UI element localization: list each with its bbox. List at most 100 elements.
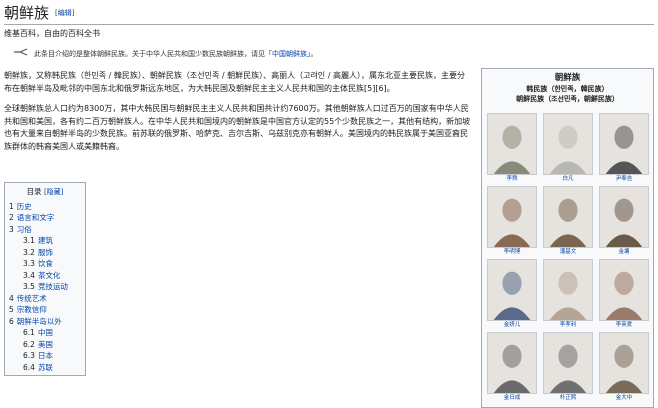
portrait-photo[interactable] xyxy=(599,332,649,394)
toc-item-label: 中国 xyxy=(37,328,53,337)
toc-item-number: 6.3 xyxy=(23,351,35,360)
title-divider xyxy=(4,24,654,25)
page-header: 朝鲜族 [编辑] 维基百科，自由的百科全书 此条目介绍的是整体朝鲜民族。关于中华人… xyxy=(4,0,654,58)
toc-item[interactable]: 3.1 建筑 xyxy=(9,235,81,247)
portrait-caption[interactable]: 潘基文 xyxy=(543,248,593,257)
intro-paragraph-2: 全球朝鲜族总人口约为8300万，其中大韩民国与朝鲜民主主义人民共和国共计约760… xyxy=(4,104,471,151)
toc-item[interactable]: 3.2 服饰 xyxy=(9,247,81,259)
portrait-photo[interactable] xyxy=(599,259,649,321)
portrait-photo[interactable] xyxy=(599,186,649,248)
toc-item-label: 建筑 xyxy=(37,236,53,245)
infobox-person: 潘基文 xyxy=(543,186,593,257)
toc-item-label: 宗教信仰 xyxy=(16,305,47,314)
hatnote-text: 此条目介绍的是整体朝鲜民族。关于中华人民共和国少数民族朝鲜族，请见「 xyxy=(34,50,272,58)
infobox-person: 李明博 xyxy=(487,186,537,257)
toc-item[interactable]: 3.4 茶文化 xyxy=(9,270,81,282)
infobox-person: 李孝利 xyxy=(543,259,593,330)
toc-item-number: 1 xyxy=(9,201,14,211)
toc-toggle[interactable]: [隐藏] xyxy=(44,188,63,196)
toc-item-number: 3 xyxy=(9,224,14,234)
toc-item[interactable]: 6.1 中国 xyxy=(9,327,81,339)
hatnote-end: 」。 xyxy=(307,50,318,58)
toc-item-label: 苏联 xyxy=(37,362,53,372)
toc-item[interactable]: 6.4 苏联 xyxy=(9,362,81,374)
portrait-photo[interactable] xyxy=(543,332,593,394)
portrait-caption[interactable]: 李孝利 xyxy=(543,321,593,330)
toc-item-number: 4 xyxy=(9,293,14,303)
toc-item[interactable]: 2 语言和文字 xyxy=(9,212,81,224)
portrait-caption[interactable]: 白凡 xyxy=(543,175,593,184)
hatnote: 此条目介绍的是整体朝鲜民族。关于中华人民共和国少数民族朝鲜族，请见「中国朝鲜族」… xyxy=(4,48,474,60)
portrait-caption[interactable]: 李舜 xyxy=(487,175,537,184)
toc-item-label: 传统艺术 xyxy=(16,293,47,303)
toc-item[interactable]: 1 历史 xyxy=(9,201,81,213)
portrait-caption[interactable]: 朴正熙 xyxy=(543,394,593,403)
infobox-person: 金日成 xyxy=(487,332,537,403)
toc-item-label: 服饰 xyxy=(37,247,53,257)
toc-item-number: 3.2 xyxy=(23,247,35,257)
toc-item-label: 历史 xyxy=(16,201,32,211)
toc-item-number: 6.2 xyxy=(23,339,35,349)
infobox-person: 朴正熙 xyxy=(543,332,593,403)
site-tagline: 维基百科，自由的百科全书 xyxy=(4,29,100,38)
disambiguation-icon xyxy=(14,48,28,60)
toc-item-number: 3.5 xyxy=(23,282,35,291)
toc-item[interactable]: 6.3 日本 xyxy=(9,350,81,362)
portrait-photo[interactable] xyxy=(543,113,593,175)
toc-item-label: 美国 xyxy=(37,339,53,349)
portrait-photo[interactable] xyxy=(487,259,537,321)
portrait-caption[interactable]: 金妍儿 xyxy=(487,321,537,330)
portrait-photo[interactable] xyxy=(487,186,537,248)
infobox-person: 金妍儿 xyxy=(487,259,537,330)
toc-title: 目录 xyxy=(26,187,42,196)
toc-item-label: 语言和文字 xyxy=(16,213,55,222)
edit-link[interactable]: [编辑] xyxy=(55,9,74,17)
article-body: 朝鲜族，又称韩民族（한민족 / 韓民族）、朝鲜民族（조선민족 / 朝鮮民族）、高… xyxy=(4,70,472,161)
portrait-photo[interactable] xyxy=(487,332,537,394)
portrait-photo[interactable] xyxy=(543,186,593,248)
toc-item[interactable]: 3.5 竞技运动 xyxy=(9,281,81,293)
portrait-caption[interactable]: 李英爱 xyxy=(599,321,649,330)
toc-item-label: 茶文化 xyxy=(37,270,61,280)
toc-item[interactable]: 3 习俗 xyxy=(9,224,81,236)
table-of-contents: 目录 [隐藏] 1 历史 2 语言和文字 3 习俗 3.1 建筑 3.2 服饰 3.3 饮食 3.4 茶文… xyxy=(4,182,86,376)
toc-item-label: 日本 xyxy=(37,351,53,360)
portrait-caption[interactable]: 尹奉吉 xyxy=(599,175,649,184)
infobox-person: 尹奉吉 xyxy=(599,113,649,184)
toc-item-number: 5 xyxy=(9,305,14,314)
infobox-person: 白凡 xyxy=(543,113,593,184)
toc-item-number: 3.3 xyxy=(23,259,35,268)
toc-item-label: 习俗 xyxy=(16,224,32,234)
toc-item[interactable]: 5 宗教信仰 xyxy=(9,304,81,316)
portrait-photo[interactable] xyxy=(487,113,537,175)
infobox-subtitle-2: 朝鲜民族（조선민족，朝鮮民族） xyxy=(516,95,619,103)
toc-item-label: 竞技运动 xyxy=(37,282,68,291)
toc-item-number: 3.1 xyxy=(23,236,35,245)
toc-list: 1 历史 2 语言和文字 3 习俗 3.1 建筑 3.2 服饰 3.3 饮食 3.4 茶文化 3.5 竞技运动… xyxy=(9,201,81,374)
portrait-caption[interactable]: 李明博 xyxy=(487,248,537,257)
portrait-caption[interactable]: 金墉 xyxy=(599,248,649,257)
infobox-person: 金大中 xyxy=(599,332,649,403)
toc-item[interactable]: 6 朝鲜半岛以外 xyxy=(9,316,81,328)
toc-header: 目录 [隐藏] xyxy=(9,186,81,199)
portrait-caption[interactable]: 金日成 xyxy=(487,394,537,403)
infobox-person: 金墉 xyxy=(599,186,649,257)
infobox-person: 李舜 xyxy=(487,113,537,184)
toc-item-number: 6.4 xyxy=(23,362,35,372)
infobox-subtitle-1: 韩民族（한민족，韓民族） xyxy=(526,85,609,93)
portrait-photo[interactable] xyxy=(543,259,593,321)
infobox: 朝鲜族 韩民族（한민족，韓民族） 朝鲜民族（조선민족，朝鮮民族） 李舜 白凡 尹奉吉… xyxy=(481,68,654,408)
toc-item[interactable]: 6.2 美国 xyxy=(9,339,81,351)
infobox-person: 李英爱 xyxy=(599,259,649,330)
intro-paragraph-1: 朝鲜族，又称韩民族（한민족 / 韓民族）、朝鲜民族（조선민족 / 朝鮮民族）、高… xyxy=(4,71,465,93)
page-title: 朝鲜族 xyxy=(4,4,50,22)
portrait-caption[interactable]: 金大中 xyxy=(599,394,649,403)
toc-item-label: 朝鲜半岛以外 xyxy=(16,316,62,326)
toc-item[interactable]: 4 传统艺术 xyxy=(9,293,81,305)
infobox-photo-grid: 李舜 白凡 尹奉吉李明博 潘基文 金墉金妍儿 李孝利 李英爱金日成 朴正熙 金大中 xyxy=(487,113,650,403)
toc-item[interactable]: 3.3 饮食 xyxy=(9,258,81,270)
portrait-photo[interactable] xyxy=(599,113,649,175)
hatnote-link[interactable]: 中国朝鲜族 xyxy=(272,50,307,58)
toc-item-number: 2 xyxy=(9,213,14,222)
infobox-title: 朝鲜族 xyxy=(554,73,581,83)
